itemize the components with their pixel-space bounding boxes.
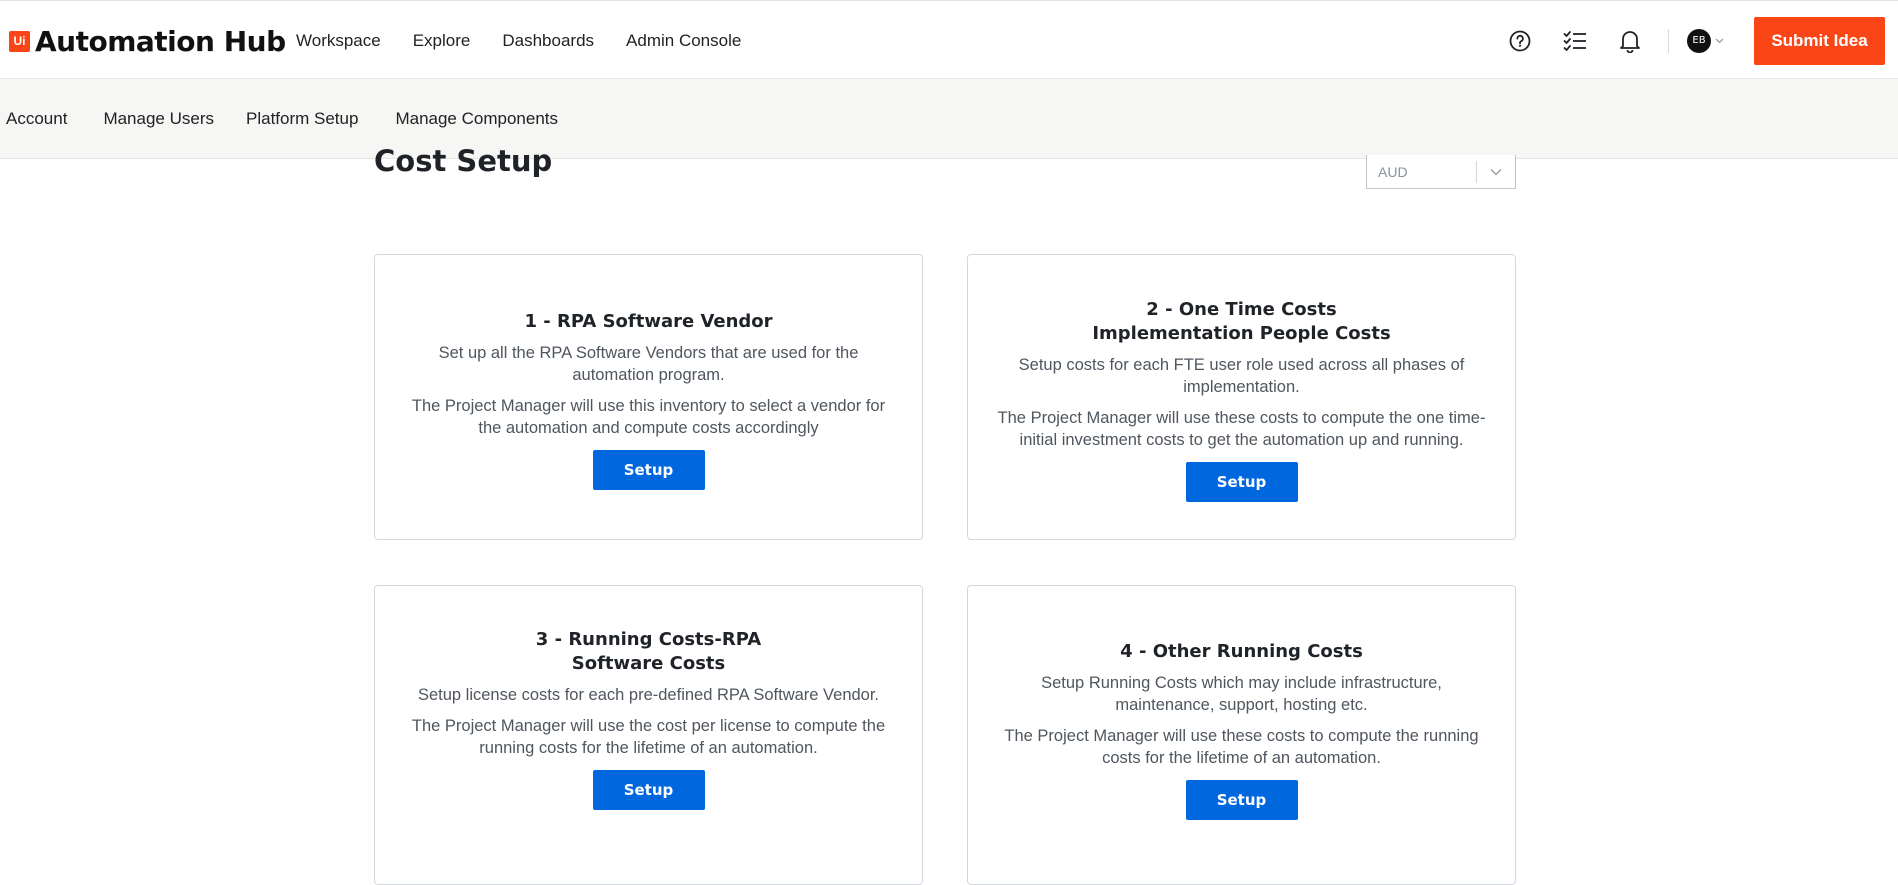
- header-actions: EB Submit Idea: [1503, 1, 1898, 80]
- card-one-time-costs: 2 - One Time Costs Implementation People…: [967, 254, 1516, 540]
- subnav-manage-components[interactable]: Manage Components: [395, 109, 558, 129]
- card-description: Setup license costs for each pre-defined…: [375, 684, 922, 759]
- card-text: The Project Manager will use this invent…: [411, 397, 886, 415]
- tasks-checklist-icon[interactable]: [1558, 24, 1592, 58]
- card-title: Implementation People Costs: [1092, 323, 1391, 344]
- card-text: the automation and compute costs accordi…: [478, 419, 819, 437]
- nav-explore[interactable]: Explore: [413, 31, 471, 51]
- card-text: implementation.: [1183, 378, 1300, 396]
- card-text: costs for the lifetime of an automation.: [1102, 749, 1381, 767]
- card-other-running-costs: 4 - Other Running Costs Setup Running Co…: [967, 585, 1516, 885]
- card-text: maintenance, support, hosting etc.: [1115, 696, 1368, 714]
- card-text: The Project Manager will use the cost pe…: [411, 717, 886, 735]
- card-description: Set up all the RPA Software Vendors that…: [375, 342, 922, 439]
- app-logo[interactable]: Ui Automation Hub: [9, 24, 286, 58]
- nav-workspace[interactable]: Workspace: [296, 31, 381, 51]
- logo-text: Automation Hub: [35, 24, 286, 58]
- card-description: Setup costs for each FTE user role used …: [968, 354, 1515, 451]
- avatar: EB: [1687, 28, 1711, 53]
- card-text: The Project Manager will use these costs…: [997, 409, 1486, 427]
- user-menu[interactable]: EB: [1687, 28, 1724, 53]
- admin-subnav: Account Manage Users Platform Setup Mana…: [0, 79, 1898, 159]
- card-title: 1 - RPA Software Vendor: [524, 311, 773, 332]
- help-icon[interactable]: [1503, 24, 1537, 58]
- setup-button[interactable]: Setup: [1185, 462, 1298, 502]
- subnav-manage-users[interactable]: Manage Users: [103, 109, 214, 129]
- card-text: running costs for the lifetime of an aut…: [479, 739, 818, 757]
- card-text: initial investment costs to get the auto…: [1019, 431, 1464, 449]
- chevron-down-icon: [1715, 38, 1724, 44]
- logo-mark: Ui: [9, 30, 30, 52]
- nav-admin-console[interactable]: Admin Console: [626, 31, 741, 51]
- setup-button[interactable]: Setup: [1185, 780, 1298, 820]
- setup-button[interactable]: Setup: [592, 450, 705, 490]
- submit-idea-button[interactable]: Submit Idea: [1754, 16, 1885, 65]
- card-text: The Project Manager will use these costs…: [1004, 727, 1479, 745]
- main-nav: Workspace Explore Dashboards Admin Conso…: [296, 1, 773, 80]
- header-divider: [1668, 28, 1669, 53]
- card-text: Setup license costs for each pre-defined…: [417, 686, 880, 704]
- subnav-platform-setup[interactable]: Platform Setup: [246, 109, 358, 129]
- currency-value: AUD: [1378, 163, 1408, 180]
- card-text: Setup Running Costs which may include in…: [1041, 674, 1442, 692]
- card-text: Setup costs for each FTE user role used …: [1018, 356, 1465, 374]
- card-rpa-software-vendor: 1 - RPA Software Vendor Set up all the R…: [374, 254, 923, 540]
- card-title: 2 - One Time Costs: [1146, 299, 1337, 320]
- card-text: automation program.: [572, 366, 725, 384]
- setup-button[interactable]: Setup: [592, 770, 705, 810]
- card-text: Set up all the RPA Software Vendors that…: [438, 344, 859, 362]
- card-running-costs-rpa: 3 - Running Costs-RPA Software Costs Set…: [374, 585, 923, 885]
- card-title: 3 - Running Costs-RPA: [535, 629, 762, 650]
- top-navigation-bar: Ui Automation Hub Workspace Explore Dash…: [0, 0, 1898, 79]
- subnav-account[interactable]: Account: [6, 109, 67, 129]
- nav-dashboards[interactable]: Dashboards: [502, 31, 594, 51]
- chevron-down-icon[interactable]: [1477, 168, 1515, 176]
- card-description: Setup Running Costs which may include in…: [968, 672, 1515, 769]
- card-title: Software Costs: [571, 653, 726, 674]
- currency-select[interactable]: AUD: [1366, 155, 1516, 189]
- bell-icon[interactable]: [1613, 24, 1647, 58]
- card-title: 4 - Other Running Costs: [1120, 641, 1363, 662]
- page-title: Cost Setup: [374, 144, 553, 178]
